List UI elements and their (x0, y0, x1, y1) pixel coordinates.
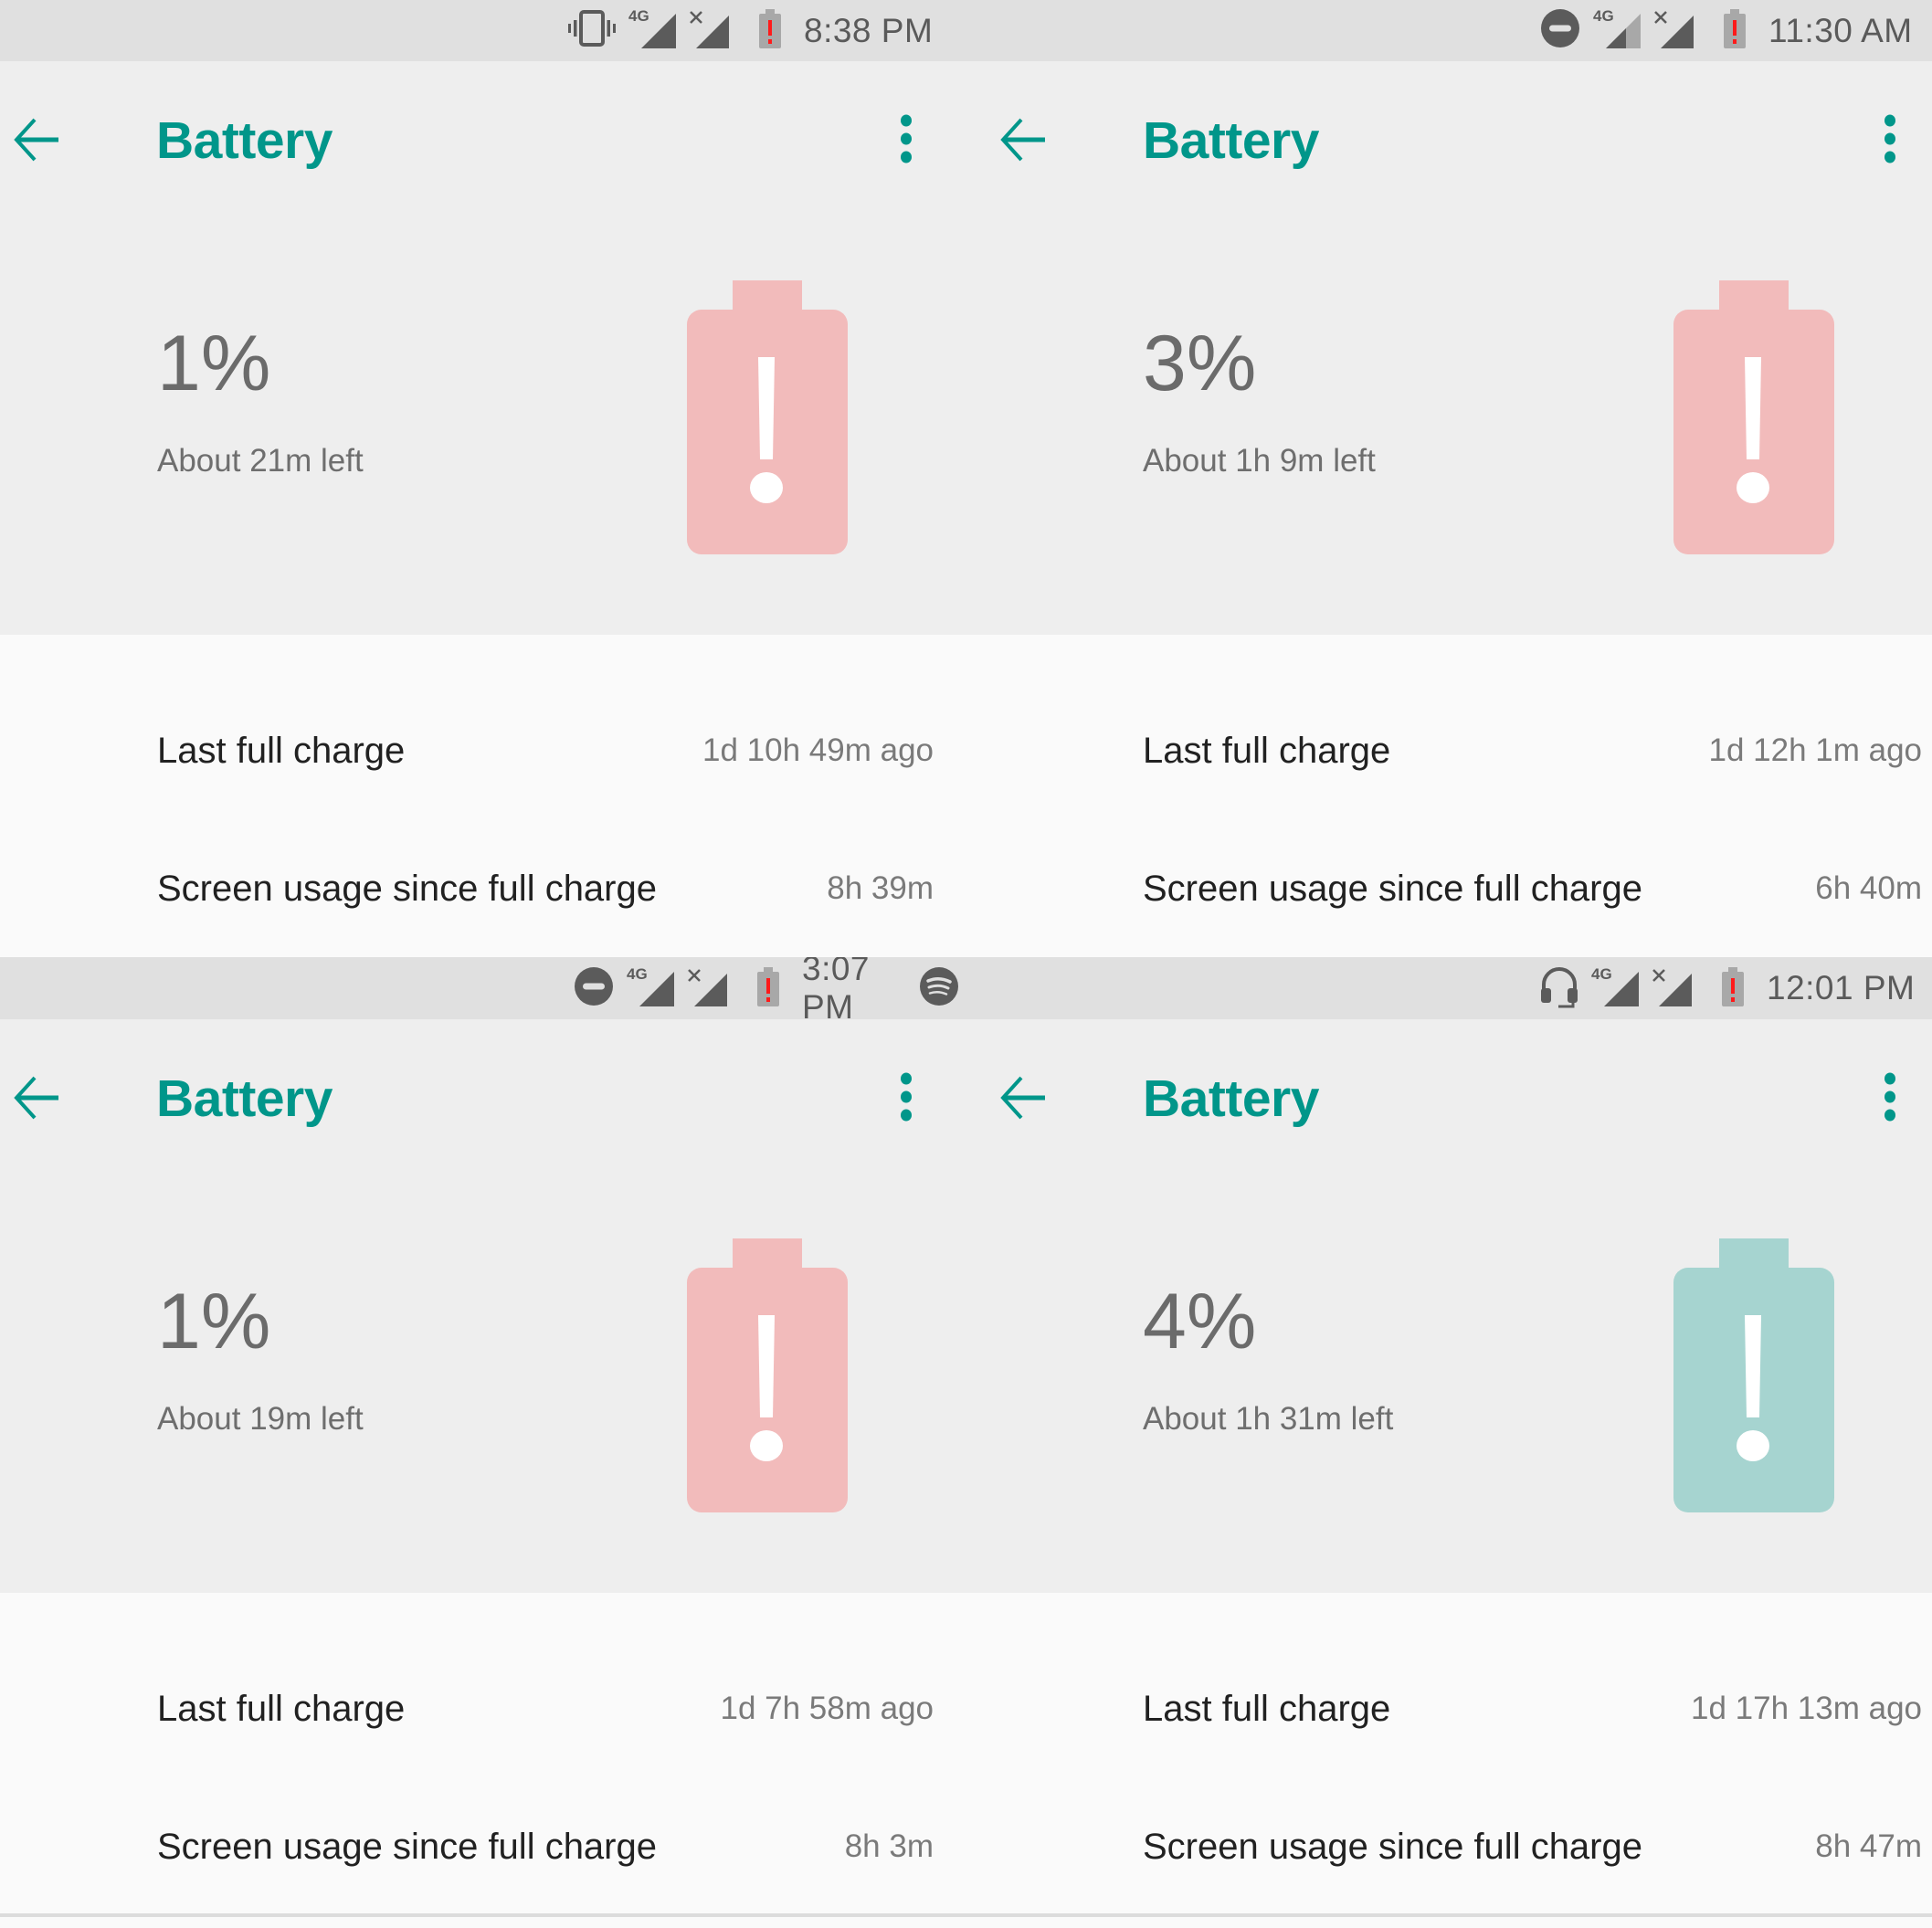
last-full-charge-value: 1d 12h 1m ago (1708, 732, 1922, 768)
signal-no-service-icon (1653, 6, 1694, 55)
svg-text:4G: 4G (628, 7, 649, 25)
last-full-charge-row: Last full charge 1d 12h 1m ago (1143, 723, 1922, 778)
signal-no-service-icon (1652, 964, 1692, 1013)
battery-screen: 4G 12:01 PM Battery 4% About 1h 31m left… (966, 957, 1932, 1928)
divider (0, 1913, 966, 1917)
screen-usage-row: Screen usage since full charge 6h 40m (1143, 861, 1922, 916)
screen-usage-value: 6h 40m (1815, 870, 1922, 906)
arrow-back-icon[interactable] (13, 1074, 60, 1122)
battery-percent: 1% (157, 320, 271, 407)
svg-text:4G: 4G (1593, 7, 1614, 25)
signal-4g-icon: 4G (627, 964, 674, 1013)
battery-screen: 4G 3:07 PM Battery 1% About 19m left Las… (0, 957, 966, 1928)
battery-alert-icon (756, 964, 780, 1013)
vibrate-icon (568, 6, 616, 55)
battery-hero: Battery 1% About 19m left (0, 1019, 966, 1593)
status-time: 8:38 PM (804, 11, 934, 49)
battery-time-left: About 21m left (157, 443, 364, 479)
last-full-charge-value: 1d 7h 58m ago (720, 1691, 934, 1726)
status-bar: 4G 8:38 PM (0, 0, 966, 61)
battery-alert-large-icon (687, 1238, 848, 1512)
last-full-charge-label: Last full charge (157, 730, 406, 771)
signal-no-service-icon (689, 6, 729, 55)
screen-usage-label: Screen usage since full charge (1143, 1826, 1642, 1867)
more-vert-icon[interactable] (1883, 1072, 1897, 1122)
battery-screen: 4G 8:38 PM Battery 1% About 21m left Las… (0, 0, 966, 957)
arrow-back-icon[interactable] (999, 116, 1047, 163)
last-full-charge-row: Last full charge 1d 7h 58m ago (157, 1681, 934, 1736)
screen-usage-row: Screen usage since full charge 8h 39m (157, 861, 934, 916)
screenshot-grid: 4G 8:38 PM Battery 1% About 21m left Las… (0, 0, 1932, 1928)
svg-text:4G: 4G (1591, 965, 1612, 983)
battery-time-left: About 19m left (157, 1401, 364, 1437)
battery-hero: Battery 3% About 1h 9m left (966, 61, 1932, 635)
signal-no-service-icon (687, 964, 727, 1013)
screen-usage-value: 8h 47m (1815, 1828, 1922, 1864)
headset-icon (1540, 964, 1578, 1013)
spotify-icon (919, 966, 959, 1011)
battery-alert-icon (758, 6, 782, 55)
status-bar: 4G 11:30 AM (966, 0, 1932, 61)
status-bar: 4G 12:01 PM (966, 957, 1932, 1019)
screen-usage-label: Screen usage since full charge (157, 1826, 657, 1867)
do-not-disturb-icon (1540, 8, 1580, 53)
status-bar: 4G 3:07 PM (0, 957, 966, 1026)
screen-usage-row: Screen usage since full charge 8h 3m (157, 1819, 934, 1874)
battery-hero: Battery 1% About 21m left (0, 61, 966, 635)
page-title: Battery (156, 1069, 333, 1128)
screen-usage-value: 8h 3m (844, 1828, 934, 1864)
arrow-back-icon[interactable] (13, 116, 60, 163)
status-time: 12:01 PM (1767, 969, 1916, 1006)
page-title: Battery (1143, 1069, 1319, 1128)
battery-percent: 4% (1143, 1278, 1257, 1365)
battery-time-left: About 1h 31m left (1143, 1401, 1394, 1437)
screen-usage-label: Screen usage since full charge (157, 868, 657, 909)
do-not-disturb-icon (574, 966, 614, 1011)
battery-alert-large-icon (687, 280, 848, 554)
battery-screen: 4G 11:30 AM Battery 3% About 1h 9m left … (966, 0, 1932, 957)
screen-usage-value: 8h 39m (827, 870, 934, 906)
battery-percent: 3% (1143, 320, 1257, 407)
last-full-charge-label: Last full charge (1143, 730, 1391, 771)
last-full-charge-value: 1d 17h 13m ago (1691, 1691, 1922, 1726)
screen-usage-label: Screen usage since full charge (1143, 868, 1642, 909)
more-vert-icon[interactable] (899, 114, 913, 163)
svg-text:4G: 4G (627, 965, 648, 983)
last-full-charge-label: Last full charge (1143, 1688, 1391, 1729)
battery-alert-icon (1721, 964, 1745, 1013)
last-full-charge-value: 1d 10h 49m ago (702, 732, 934, 768)
divider (966, 1913, 1932, 1917)
last-full-charge-label: Last full charge (157, 1688, 406, 1729)
battery-alert-large-icon (1673, 280, 1834, 554)
arrow-back-icon[interactable] (999, 1074, 1047, 1122)
last-full-charge-row: Last full charge 1d 17h 13m ago (1143, 1681, 1922, 1736)
battery-time-left: About 1h 9m left (1143, 443, 1376, 479)
battery-percent: 1% (157, 1278, 271, 1365)
status-time: 11:30 AM (1768, 11, 1913, 49)
more-vert-icon[interactable] (899, 1072, 913, 1122)
battery-alert-large-icon (1673, 1238, 1834, 1512)
last-full-charge-row: Last full charge 1d 10h 49m ago (157, 723, 934, 778)
page-title: Battery (1143, 111, 1319, 170)
more-vert-icon[interactable] (1883, 114, 1897, 163)
signal-4g-icon: 4G (1593, 6, 1641, 55)
page-title: Battery (156, 111, 333, 170)
battery-hero: Battery 4% About 1h 31m left (966, 1019, 1932, 1593)
signal-4g-icon: 4G (628, 6, 676, 55)
screen-usage-row: Screen usage since full charge 8h 47m (1143, 1819, 1922, 1874)
battery-alert-icon (1723, 6, 1747, 55)
status-time: 3:07 PM (802, 957, 871, 1026)
signal-4g-icon: 4G (1591, 964, 1639, 1013)
